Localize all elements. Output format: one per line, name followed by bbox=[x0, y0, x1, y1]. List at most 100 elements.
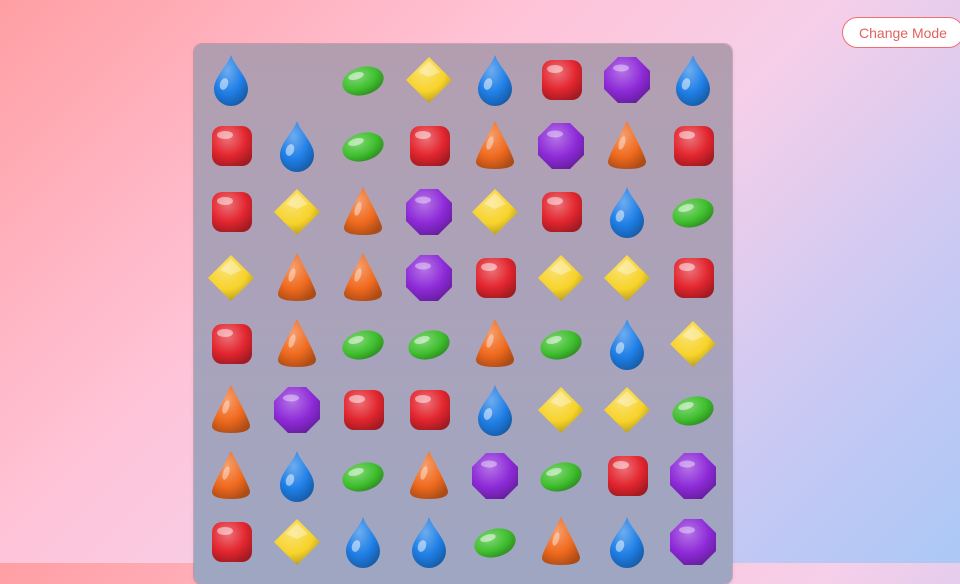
candy-blue-drop[interactable] bbox=[594, 179, 660, 245]
orange-cone-candy-icon bbox=[607, 121, 647, 169]
candy-red-square[interactable] bbox=[198, 509, 264, 575]
candy-green-bean[interactable] bbox=[528, 443, 594, 509]
candy-red-square[interactable] bbox=[660, 245, 726, 311]
blue-drop-candy-icon bbox=[676, 55, 710, 106]
yellow-diamond-candy-icon bbox=[538, 387, 584, 433]
candy-blue-drop[interactable] bbox=[594, 311, 660, 377]
candy-orange-cone[interactable] bbox=[198, 443, 264, 509]
candy-blue-drop[interactable] bbox=[264, 443, 330, 509]
candy-yellow-diamond[interactable] bbox=[396, 47, 462, 113]
candy-orange-cone[interactable] bbox=[264, 311, 330, 377]
candy-blue-drop[interactable] bbox=[462, 377, 528, 443]
candy-blue-drop[interactable] bbox=[396, 509, 462, 575]
red-square-candy-icon bbox=[212, 324, 252, 364]
yellow-diamond-candy-icon bbox=[406, 57, 452, 103]
candy-orange-cone[interactable] bbox=[462, 113, 528, 179]
candy-purple-octagon[interactable] bbox=[660, 509, 726, 575]
green-bean-candy-icon bbox=[672, 198, 714, 228]
red-square-candy-icon bbox=[542, 60, 582, 100]
candy-yellow-diamond[interactable] bbox=[462, 179, 528, 245]
candy-orange-cone[interactable] bbox=[594, 113, 660, 179]
blue-drop-candy-icon bbox=[610, 187, 644, 238]
candy-yellow-diamond[interactable] bbox=[594, 377, 660, 443]
yellow-diamond-candy-icon bbox=[208, 255, 254, 301]
blue-drop-candy-icon bbox=[214, 55, 248, 106]
candy-green-bean[interactable] bbox=[528, 311, 594, 377]
red-square-candy-icon bbox=[410, 126, 450, 166]
green-bean-candy-icon bbox=[342, 132, 384, 162]
candy-orange-cone[interactable] bbox=[198, 377, 264, 443]
candy-orange-cone[interactable] bbox=[330, 179, 396, 245]
candy-yellow-diamond[interactable] bbox=[660, 311, 726, 377]
candy-yellow-diamond[interactable] bbox=[528, 245, 594, 311]
candy-red-square[interactable] bbox=[660, 113, 726, 179]
orange-cone-candy-icon bbox=[211, 385, 251, 433]
yellow-diamond-candy-icon bbox=[472, 189, 518, 235]
candy-blue-drop[interactable] bbox=[660, 47, 726, 113]
candy-blue-drop[interactable] bbox=[198, 47, 264, 113]
candy-yellow-diamond[interactable] bbox=[264, 179, 330, 245]
green-bean-candy-icon bbox=[342, 66, 384, 96]
candy-yellow-diamond[interactable] bbox=[594, 245, 660, 311]
candy-red-square[interactable] bbox=[198, 113, 264, 179]
candy-purple-octagon[interactable] bbox=[660, 443, 726, 509]
candy-blue-drop[interactable] bbox=[264, 113, 330, 179]
candy-red-square[interactable] bbox=[594, 443, 660, 509]
orange-cone-candy-icon bbox=[277, 253, 317, 301]
candy-red-square[interactable] bbox=[330, 377, 396, 443]
candy-orange-cone[interactable] bbox=[396, 443, 462, 509]
purple-octagon-candy-icon bbox=[604, 57, 650, 103]
red-square-candy-icon bbox=[476, 258, 516, 298]
candy-green-bean[interactable] bbox=[330, 443, 396, 509]
candy-purple-octagon[interactable] bbox=[264, 377, 330, 443]
red-square-candy-icon bbox=[608, 456, 648, 496]
game-board bbox=[194, 44, 732, 584]
candy-orange-cone[interactable] bbox=[264, 245, 330, 311]
purple-octagon-candy-icon bbox=[472, 453, 518, 499]
candy-purple-octagon[interactable] bbox=[528, 113, 594, 179]
blue-drop-candy-icon bbox=[610, 517, 644, 568]
yellow-diamond-candy-icon bbox=[538, 255, 584, 301]
candy-blue-drop[interactable] bbox=[594, 509, 660, 575]
candy-orange-cone[interactable] bbox=[528, 509, 594, 575]
purple-octagon-candy-icon bbox=[538, 123, 584, 169]
candy-orange-cone[interactable] bbox=[330, 245, 396, 311]
candy-green-bean[interactable] bbox=[330, 311, 396, 377]
empty-cell[interactable] bbox=[264, 47, 330, 113]
candy-green-bean[interactable] bbox=[396, 311, 462, 377]
candy-red-square[interactable] bbox=[396, 113, 462, 179]
blue-drop-candy-icon bbox=[346, 517, 380, 568]
candy-purple-octagon[interactable] bbox=[462, 443, 528, 509]
purple-octagon-candy-icon bbox=[670, 519, 716, 565]
yellow-diamond-candy-icon bbox=[274, 519, 320, 565]
red-square-candy-icon bbox=[410, 390, 450, 430]
candy-blue-drop[interactable] bbox=[330, 509, 396, 575]
candy-purple-octagon[interactable] bbox=[396, 245, 462, 311]
candy-yellow-diamond[interactable] bbox=[264, 509, 330, 575]
red-square-candy-icon bbox=[344, 390, 384, 430]
candy-yellow-diamond[interactable] bbox=[528, 377, 594, 443]
candy-blue-drop[interactable] bbox=[462, 47, 528, 113]
candy-green-bean[interactable] bbox=[330, 47, 396, 113]
candy-green-bean[interactable] bbox=[660, 179, 726, 245]
red-square-candy-icon bbox=[212, 126, 252, 166]
red-square-candy-icon bbox=[542, 192, 582, 232]
candy-red-square[interactable] bbox=[462, 245, 528, 311]
change-mode-button[interactable]: Change Mode bbox=[842, 17, 960, 48]
candy-green-bean[interactable] bbox=[462, 509, 528, 575]
red-square-candy-icon bbox=[212, 192, 252, 232]
candy-red-square[interactable] bbox=[198, 311, 264, 377]
yellow-diamond-candy-icon bbox=[604, 387, 650, 433]
candy-red-square[interactable] bbox=[528, 47, 594, 113]
candy-green-bean[interactable] bbox=[330, 113, 396, 179]
candy-yellow-diamond[interactable] bbox=[198, 245, 264, 311]
candy-purple-octagon[interactable] bbox=[594, 47, 660, 113]
candy-green-bean[interactable] bbox=[660, 377, 726, 443]
candy-purple-octagon[interactable] bbox=[396, 179, 462, 245]
candy-red-square[interactable] bbox=[198, 179, 264, 245]
candy-red-square[interactable] bbox=[396, 377, 462, 443]
purple-octagon-candy-icon bbox=[406, 255, 452, 301]
candy-orange-cone[interactable] bbox=[462, 311, 528, 377]
blue-drop-candy-icon bbox=[478, 55, 512, 106]
candy-red-square[interactable] bbox=[528, 179, 594, 245]
